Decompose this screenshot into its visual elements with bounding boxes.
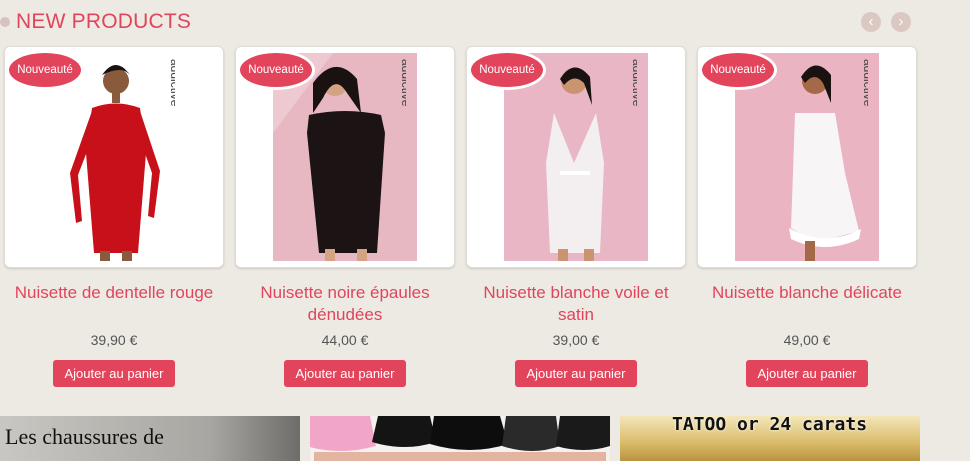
product-tile: Nouveauté addictive Nuisette de dentelle…	[4, 46, 224, 387]
new-badge: Nouveauté	[702, 53, 774, 87]
product-image-card[interactable]: Nouveauté addictive	[466, 46, 686, 268]
add-to-cart-button[interactable]: Ajouter au panier	[515, 360, 637, 387]
carousel-prev-button[interactable]: ‹	[861, 12, 881, 32]
product-tile: Nouveauté addictive Nuisette blanche dél…	[697, 46, 917, 387]
carousel-next-button[interactable]: ›	[891, 12, 911, 32]
banner-skirts-image	[310, 416, 610, 461]
section-title: NEW PRODUCTS	[16, 10, 192, 33]
brand-watermark: addictive	[399, 59, 406, 107]
bullet-icon	[0, 17, 10, 27]
add-to-cart-button[interactable]: Ajouter au panier	[746, 360, 868, 387]
svg-text:addictive: addictive	[399, 59, 406, 107]
brand-watermark: addictive	[630, 59, 637, 107]
brand-watermark: addictive	[861, 59, 868, 107]
product-price: 49,00 €	[783, 332, 831, 348]
new-badge: Nouveauté	[240, 53, 312, 87]
banner-skirts[interactable]	[310, 416, 610, 461]
product-tile: Nouveauté addictive Nuisette noire épaul…	[235, 46, 455, 387]
add-to-cart-button[interactable]: Ajouter au panier	[53, 360, 175, 387]
product-name[interactable]: Nuisette blanche voile et satin	[466, 282, 686, 328]
svg-text:addictive: addictive	[861, 59, 868, 107]
product-price: 39,00 €	[552, 332, 600, 348]
product-price: 39,90 €	[90, 332, 138, 348]
section-header: NEW PRODUCTS	[0, 8, 191, 36]
product-price: 44,00 €	[321, 332, 369, 348]
product-image-card[interactable]: Nouveauté addictive	[697, 46, 917, 268]
new-badge: Nouveauté	[9, 53, 81, 87]
add-to-cart-button[interactable]: Ajouter au panier	[284, 360, 406, 387]
product-image-card[interactable]: Nouveauté addictive	[235, 46, 455, 268]
banner-shoes[interactable]: Les chaussures de	[0, 416, 300, 461]
brand-watermark: addictive	[168, 59, 175, 107]
product-tile: Nouveauté addictive Nuisette blanche voi…	[466, 46, 686, 387]
banner-tattoo[interactable]: TATOO or 24 carats	[620, 416, 920, 461]
product-name[interactable]: Nuisette noire épaules dénudées	[235, 282, 455, 328]
banner-tattoo-text: TATOO or 24 carats	[672, 416, 868, 435]
product-name[interactable]: Nuisette blanche délicate	[697, 282, 917, 328]
product-name[interactable]: Nuisette de dentelle rouge	[4, 282, 224, 328]
new-badge: Nouveauté	[471, 53, 543, 87]
svg-text:addictive: addictive	[630, 59, 637, 107]
banner-shoes-text: Les chaussures de	[5, 424, 164, 449]
svg-text:addictive: addictive	[168, 59, 175, 107]
product-image-card[interactable]: Nouveauté addictive	[4, 46, 224, 268]
